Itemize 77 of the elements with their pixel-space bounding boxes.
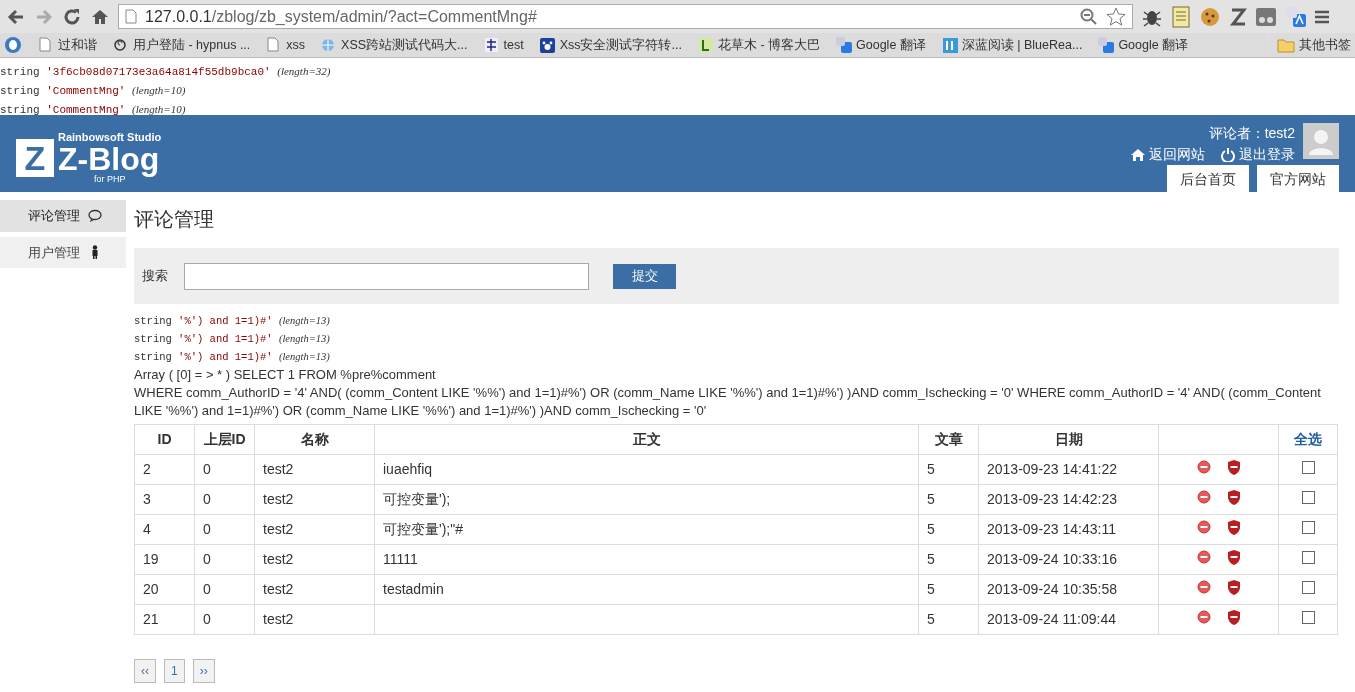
column-header: 上层ID [194, 424, 255, 455]
user-label: 评论者：test2 [1208, 124, 1295, 143]
bookmark[interactable]: 花草木 - 博客大巴 [697, 35, 821, 55]
table-cell: 3 [143, 491, 151, 507]
table-cell: 0 [203, 551, 211, 567]
bookmark[interactable]: xss [266, 35, 306, 55]
table-cell: iuaehfiq [383, 461, 433, 477]
column-header: 日期 [978, 424, 1159, 455]
table-cell: 0 [203, 521, 211, 537]
debug-output-line: string 'CommentMng' (length=10) [0, 102, 187, 118]
sidebar-item[interactable]: 评论管理 [0, 200, 126, 232]
page-title: 评论管理 [134, 207, 215, 232]
header-link[interactable]: 返回网站 [1131, 144, 1205, 165]
debug-output-line: string 'CommentMng' (length=10) [0, 83, 187, 99]
table-cell: 2 [143, 461, 151, 477]
pager-link[interactable]: ›› [192, 659, 215, 683]
column-header: 正文 [374, 424, 919, 455]
table-cell: 4 [143, 521, 151, 537]
bookmark[interactable]: Xss安全测试字符转... [539, 35, 682, 55]
pager-link[interactable]: 1 [164, 659, 185, 683]
table-cell: 2013-09-24 10:33:16 [987, 551, 1117, 567]
bookmark[interactable]: 过和谐 [38, 35, 97, 55]
bookmark[interactable]: Google 翻译 [836, 35, 926, 55]
bookmark[interactable]: XSS跨站测试代码大... [321, 35, 468, 55]
submit-button[interactable]: 提交 [613, 263, 676, 289]
table-cell: 5 [927, 611, 935, 627]
table-cell: 0 [203, 581, 211, 597]
bookmark[interactable]: 用户登陆 - hypnus ... [113, 35, 251, 55]
debug-output-line: string '%') and 1=1)#' (length=13) [134, 314, 331, 329]
pager-link[interactable]: ‹‹ [134, 659, 156, 683]
bookmark-folder[interactable]: 其他书签 [1268, 35, 1351, 55]
sidebar-item[interactable]: 用户管理 [0, 236, 126, 268]
header-link[interactable]: 退出登录 [1221, 144, 1295, 165]
table-cell: 2013-09-24 10:35:58 [987, 581, 1117, 597]
logo-title: Z-Blog [58, 142, 160, 175]
table-cell: 11111 [383, 551, 418, 567]
table-cell: 可控变量'); [383, 491, 451, 507]
table-cell: test2 [263, 581, 294, 597]
logo-studio: Rainbowsoft Studio [58, 131, 162, 143]
search-label: 搜索 [142, 267, 168, 286]
debug-output-line: string '%') and 1=1)#' (length=13) [134, 332, 331, 347]
table-cell: 可控变量');"# [383, 521, 463, 537]
table-cell: 0 [203, 461, 211, 477]
sql-output-text: WHERE comm_AuthorID = '4' AND( (comm_Content LIKE '%%') and 1=1)#%') OR (comm_Name LIKE '%%') and 1=1)#%') )AND comm_Ischecking = '0' WHERE comm_AuthorID = '4' AND( (comm_Content LIKE '%%') and 1=1)#%') OR (comm_Name LIKE '%%') and 1=1)#%') )AND comm_Ischecking = '0' [134, 384, 1322, 420]
table-cell: test2 [263, 551, 294, 567]
bookmark[interactable]: Google 翻译 [1098, 35, 1189, 55]
table-cell: test2 [263, 491, 294, 507]
table-cell: 20 [143, 581, 159, 597]
table-cell: 21 [143, 611, 159, 627]
logo-subtitle: for PHP [93, 174, 126, 184]
table-cell: 2013-09-24 11:09:44 [987, 611, 1116, 627]
table-cell: 2013-09-23 14:43:11 [987, 521, 1116, 537]
table-cell: 0 [203, 611, 211, 627]
table-cell: 19 [143, 551, 159, 567]
bookmark[interactable]: test [483, 35, 524, 55]
debug-output-line: string '%') and 1=1)#' (length=13) [134, 350, 331, 365]
column-header: 名称 [254, 424, 375, 455]
table-cell: 5 [927, 491, 935, 507]
url-text: 127.0.0.1/zblog/zb_system/admin/?act=CommentMng# [145, 6, 538, 27]
bookmark[interactable]: 深蓝阅读 | BlueRea... [941, 35, 1083, 55]
table-cell: 5 [927, 551, 935, 567]
column-header: ID [134, 424, 195, 455]
sql-output-line: Array ( [0] = > * ) SELECT 1 FROM %pre%comment [134, 366, 437, 384]
table-cell: 2013-09-23 14:42:23 [987, 491, 1117, 507]
table-cell: 5 [927, 461, 935, 477]
table-cell: test2 [263, 611, 294, 627]
debug-output-line: string '3f6cb08d07173e3a64a814f55db9bca0' (length=32) [0, 64, 332, 80]
table-cell: 5 [927, 521, 935, 537]
table-cell: 5 [927, 581, 935, 597]
table-cell: 0 [203, 491, 211, 507]
address-bar[interactable]: 127.0.0.1/zblog/zb_system/admin/?act=CommentMng# [118, 4, 1133, 29]
logo-icon: Z [16, 138, 54, 177]
table-cell: testadmin [383, 581, 444, 597]
table-cell: 2013-09-23 14:41:22 [987, 461, 1117, 477]
table-cell: test2 [263, 521, 294, 537]
column-header: 文章 [918, 424, 979, 455]
table-cell: test2 [263, 461, 294, 477]
